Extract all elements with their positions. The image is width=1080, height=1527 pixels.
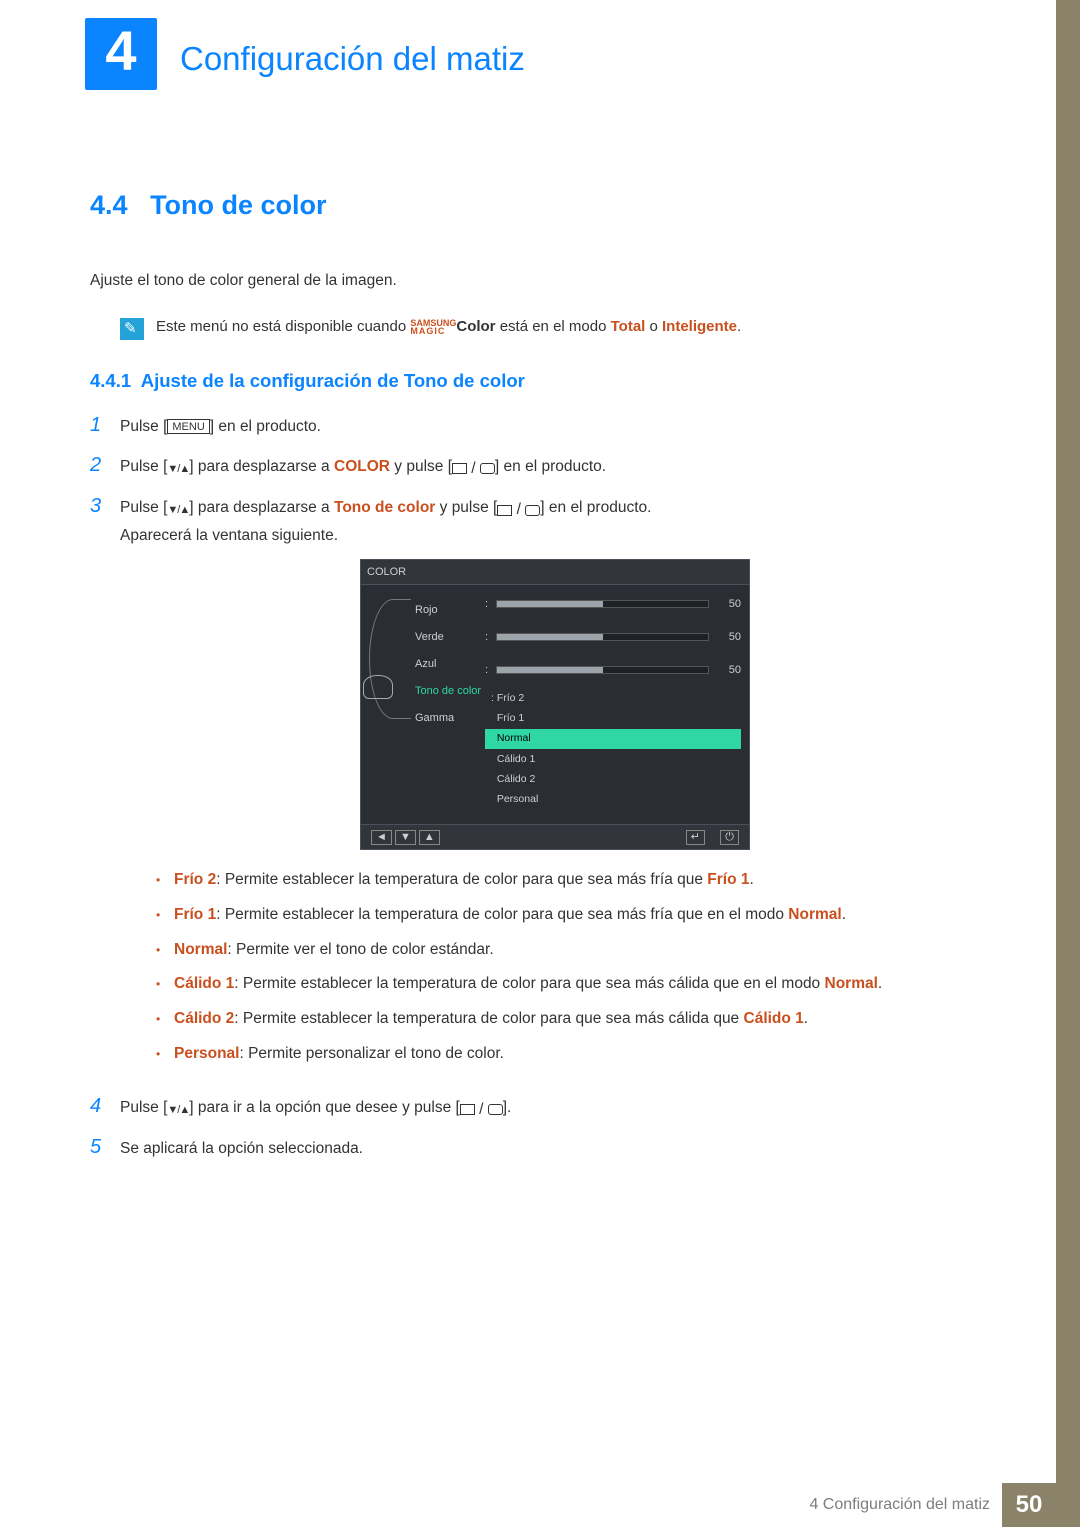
step-5: 5 Se aplicará la opción seleccionada. bbox=[90, 1136, 990, 1162]
enter-icon: ↵ bbox=[686, 830, 705, 845]
step-3: 3 Pulse [▼/▲] para desplazarse a Tono de… bbox=[90, 495, 990, 1080]
bullet-calido1: Cálido 1: Permite establecer la temperat… bbox=[154, 972, 990, 997]
bullet-normal: Normal: Permite ver el tono de color est… bbox=[154, 938, 990, 963]
step-body: Pulse [▼/▲] para ir a la opción que dese… bbox=[120, 1095, 990, 1123]
bullet-calido2: Cálido 2: Permite establecer la temperat… bbox=[154, 1007, 990, 1032]
note-mid: está en el modo bbox=[496, 318, 611, 335]
step-num: 3 bbox=[90, 495, 120, 518]
osd-left: Rojo Verde Azul Tono de color Gamma bbox=[365, 595, 485, 810]
step-num: 4 bbox=[90, 1095, 120, 1118]
bullet-personal: Personal: Permite personalizar el tono d… bbox=[154, 1042, 990, 1067]
osd-label-azul: Azul bbox=[415, 655, 485, 673]
step-4: 4 Pulse [▼/▲] para ir a la opción que de… bbox=[90, 1095, 990, 1123]
step-2: 2 Pulse [▼/▲] para desplazarse a COLOR y… bbox=[90, 454, 990, 482]
osd-body: Rojo Verde Azul Tono de color Gamma : 50… bbox=[361, 585, 749, 824]
source-enter-icon: / bbox=[452, 456, 495, 482]
updown-icon: ▼/▲ bbox=[167, 1101, 189, 1119]
note-color-word: Color bbox=[456, 318, 495, 335]
samsung-magic-logo: SAMSUNGMAGIC bbox=[410, 319, 456, 335]
section-title: Tono de color bbox=[150, 190, 327, 220]
step-1: 1 Pulse [MENU] en el producto. bbox=[90, 414, 990, 440]
step-num: 2 bbox=[90, 454, 120, 477]
page-footer: 4 Configuración del matiz 50 bbox=[809, 1483, 1056, 1527]
osd-labels: Rojo Verde Azul Tono de color Gamma bbox=[415, 595, 485, 728]
tono-keyword: Tono de color bbox=[334, 499, 435, 516]
osd-title: COLOR bbox=[361, 560, 749, 585]
back-icon: ◄ bbox=[371, 830, 392, 845]
section-number: 4.4 bbox=[90, 190, 128, 220]
intro-text: Ajuste el tono de color general de la im… bbox=[90, 269, 990, 292]
palette-icon bbox=[363, 675, 393, 699]
osd-right: : 50 : 50 : 50 : Frío 2 Frío 1 Normal Cá… bbox=[485, 595, 741, 810]
osd-dd-item: Frío 1 bbox=[485, 708, 741, 728]
step-3-after: Aparecerá la ventana siguiente. bbox=[120, 527, 338, 544]
chapter-badge: 4 bbox=[85, 18, 157, 90]
options-bullets: Frío 2: Permite establecer la temperatur… bbox=[154, 868, 990, 1067]
step-num: 1 bbox=[90, 414, 120, 437]
osd-val-azul: 50 bbox=[717, 661, 741, 679]
power-icon: ⏻ bbox=[720, 830, 739, 845]
osd-dd-item: Personal bbox=[485, 790, 741, 810]
osd-dd-item: Cálido 1 bbox=[485, 749, 741, 769]
content: 4.4 Tono de color Ajuste el tono de colo… bbox=[90, 190, 990, 1176]
osd-val-rojo: 50 bbox=[717, 595, 741, 613]
side-stripe bbox=[1056, 0, 1080, 1527]
osd-curve-icon bbox=[369, 599, 411, 719]
note: Este menú no está disponible cuando SAMS… bbox=[120, 316, 990, 340]
steps-list: 1 Pulse [MENU] en el producto. 2 Pulse [… bbox=[90, 414, 990, 1162]
step-body: Se aplicará la opción seleccionada. bbox=[120, 1136, 990, 1162]
osd-row-azul: : 50 bbox=[485, 655, 741, 679]
step-num: 5 bbox=[90, 1136, 120, 1159]
step-body: Pulse [MENU] en el producto. bbox=[120, 414, 990, 440]
osd-footer: ◄ ▼ ▲ ↵ ⏻ bbox=[361, 824, 749, 849]
section-heading: 4.4 Tono de color bbox=[90, 190, 990, 221]
up-icon: ▲ bbox=[419, 830, 440, 845]
note-end: . bbox=[737, 318, 741, 335]
osd-label-gamma: Gamma bbox=[415, 709, 485, 727]
footer-text: 4 Configuración del matiz bbox=[809, 1496, 990, 1514]
note-icon bbox=[120, 318, 144, 340]
osd-label-tono: Tono de color bbox=[415, 682, 485, 700]
osd-row-rojo: : 50 bbox=[485, 595, 741, 613]
osd-dd-selected: Normal bbox=[485, 729, 741, 749]
osd-dd-item: Cálido 2 bbox=[485, 769, 741, 789]
updown-icon: ▼/▲ bbox=[167, 460, 189, 478]
subsection-title: Ajuste de la configuración de Tono de co… bbox=[141, 370, 525, 391]
osd-dd-item: : Frío 2 bbox=[485, 688, 741, 708]
osd-screenshot: COLOR Rojo Verde Azul Tono de color Gamm… bbox=[360, 559, 750, 851]
page-number: 50 bbox=[1002, 1483, 1056, 1527]
osd-label-rojo: Rojo bbox=[415, 601, 485, 619]
osd-label-verde: Verde bbox=[415, 628, 485, 646]
down-icon: ▼ bbox=[395, 830, 416, 845]
subsection-number: 4.4.1 bbox=[90, 370, 131, 391]
osd-val-verde: 50 bbox=[717, 628, 741, 646]
color-keyword: COLOR bbox=[334, 458, 390, 475]
osd-dropdown: : Frío 2 Frío 1 Normal Cálido 1 Cálido 2… bbox=[485, 688, 741, 810]
step-body: Pulse [▼/▲] para desplazarse a Tono de c… bbox=[120, 495, 990, 1080]
note-intel: Inteligente bbox=[662, 318, 737, 335]
step-body: Pulse [▼/▲] para desplazarse a COLOR y p… bbox=[120, 454, 990, 482]
osd-row-verde: : 50 bbox=[485, 622, 741, 646]
bullet-frio1: Frío 1: Permite establecer la temperatur… bbox=[154, 903, 990, 928]
bullet-frio2: Frío 2: Permite establecer la temperatur… bbox=[154, 868, 990, 893]
source-enter-icon: / bbox=[497, 497, 540, 523]
note-total: Total bbox=[611, 318, 646, 335]
subsection-heading: 4.4.1 Ajuste de la configuración de Tono… bbox=[90, 370, 990, 392]
source-enter-icon: / bbox=[460, 1097, 503, 1123]
chapter-title: Configuración del matiz bbox=[180, 40, 525, 78]
updown-icon: ▼/▲ bbox=[167, 501, 189, 519]
note-pre: Este menú no está disponible cuando bbox=[156, 318, 410, 335]
note-text: Este menú no está disponible cuando SAMS… bbox=[156, 316, 741, 339]
menu-button-icon: MENU bbox=[167, 419, 209, 434]
note-or: o bbox=[645, 318, 662, 335]
